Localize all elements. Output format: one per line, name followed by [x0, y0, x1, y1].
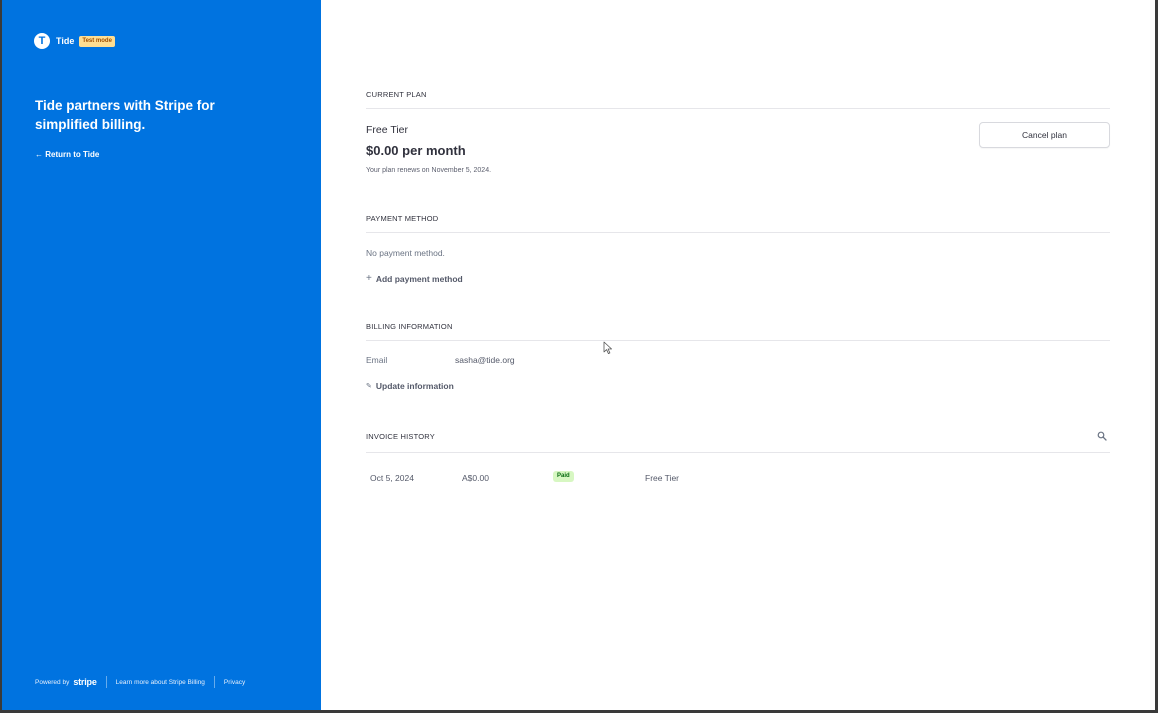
add-payment-method-button[interactable]: + Add payment method [366, 273, 463, 284]
invoice-history-title: INVOICE HISTORY [366, 432, 435, 441]
invoice-plan: Free Tier [645, 473, 680, 483]
search-icon[interactable] [1097, 431, 1107, 441]
payment-method-title: PAYMENT METHOD [366, 214, 439, 223]
learn-more-link[interactable]: Learn more about Stripe Billing [116, 679, 205, 686]
update-information-button[interactable]: ✎ Update information [366, 381, 454, 391]
section-divider [366, 452, 1110, 453]
update-information-label: Update information [375, 381, 454, 391]
plan-name: Free Tier [366, 124, 409, 136]
plan-renewal-text: Your plan renews on November 5, 2024. [366, 167, 492, 174]
main-content: CURRENT PLAN Free Tier $0.00 per month Y… [366, 0, 1110, 710]
invoice-status-badge: Paid [553, 471, 574, 482]
brand-logo-icon: T [34, 33, 50, 49]
invoice-amount: A$0.00 [462, 473, 489, 483]
no-payment-method-text: No payment method. [366, 248, 445, 258]
sidebar-tagline: Tide partners with Stripe for simplified… [35, 98, 215, 132]
add-payment-method-label: Add payment method [375, 273, 463, 284]
return-link[interactable]: ← Return to Tide [35, 150, 99, 159]
sidebar-footer: Powered by stripe Learn more about Strip… [35, 676, 245, 688]
powered-by-text: Powered by [35, 678, 70, 686]
cancel-plan-button[interactable]: Cancel plan [979, 122, 1110, 148]
footer-divider [105, 676, 107, 688]
current-plan-title: CURRENT PLAN [366, 90, 427, 99]
brand-header: T Tide Test mode [34, 33, 115, 49]
email-value: sasha@tide.org [455, 355, 515, 365]
section-divider [366, 232, 1110, 233]
footer-divider [213, 676, 215, 688]
plus-icon: + [366, 273, 372, 284]
sidebar: T Tide Test mode Tide partners with Stri… [2, 0, 321, 710]
stripe-logo[interactable]: stripe [73, 677, 97, 687]
mouse-cursor-icon [603, 341, 612, 354]
billing-information-title: BILLING INFORMATION [366, 322, 453, 331]
privacy-link[interactable]: Privacy [224, 679, 245, 686]
edit-icon: ✎ [366, 383, 372, 390]
section-divider [366, 108, 1110, 109]
email-label: Email [366, 355, 388, 365]
brand-name: Tide [56, 36, 75, 46]
invoice-date: Oct 5, 2024 [370, 473, 414, 483]
test-mode-badge: Test mode [79, 35, 115, 47]
section-divider [366, 340, 1110, 341]
plan-price: $0.00 per month [366, 143, 466, 158]
